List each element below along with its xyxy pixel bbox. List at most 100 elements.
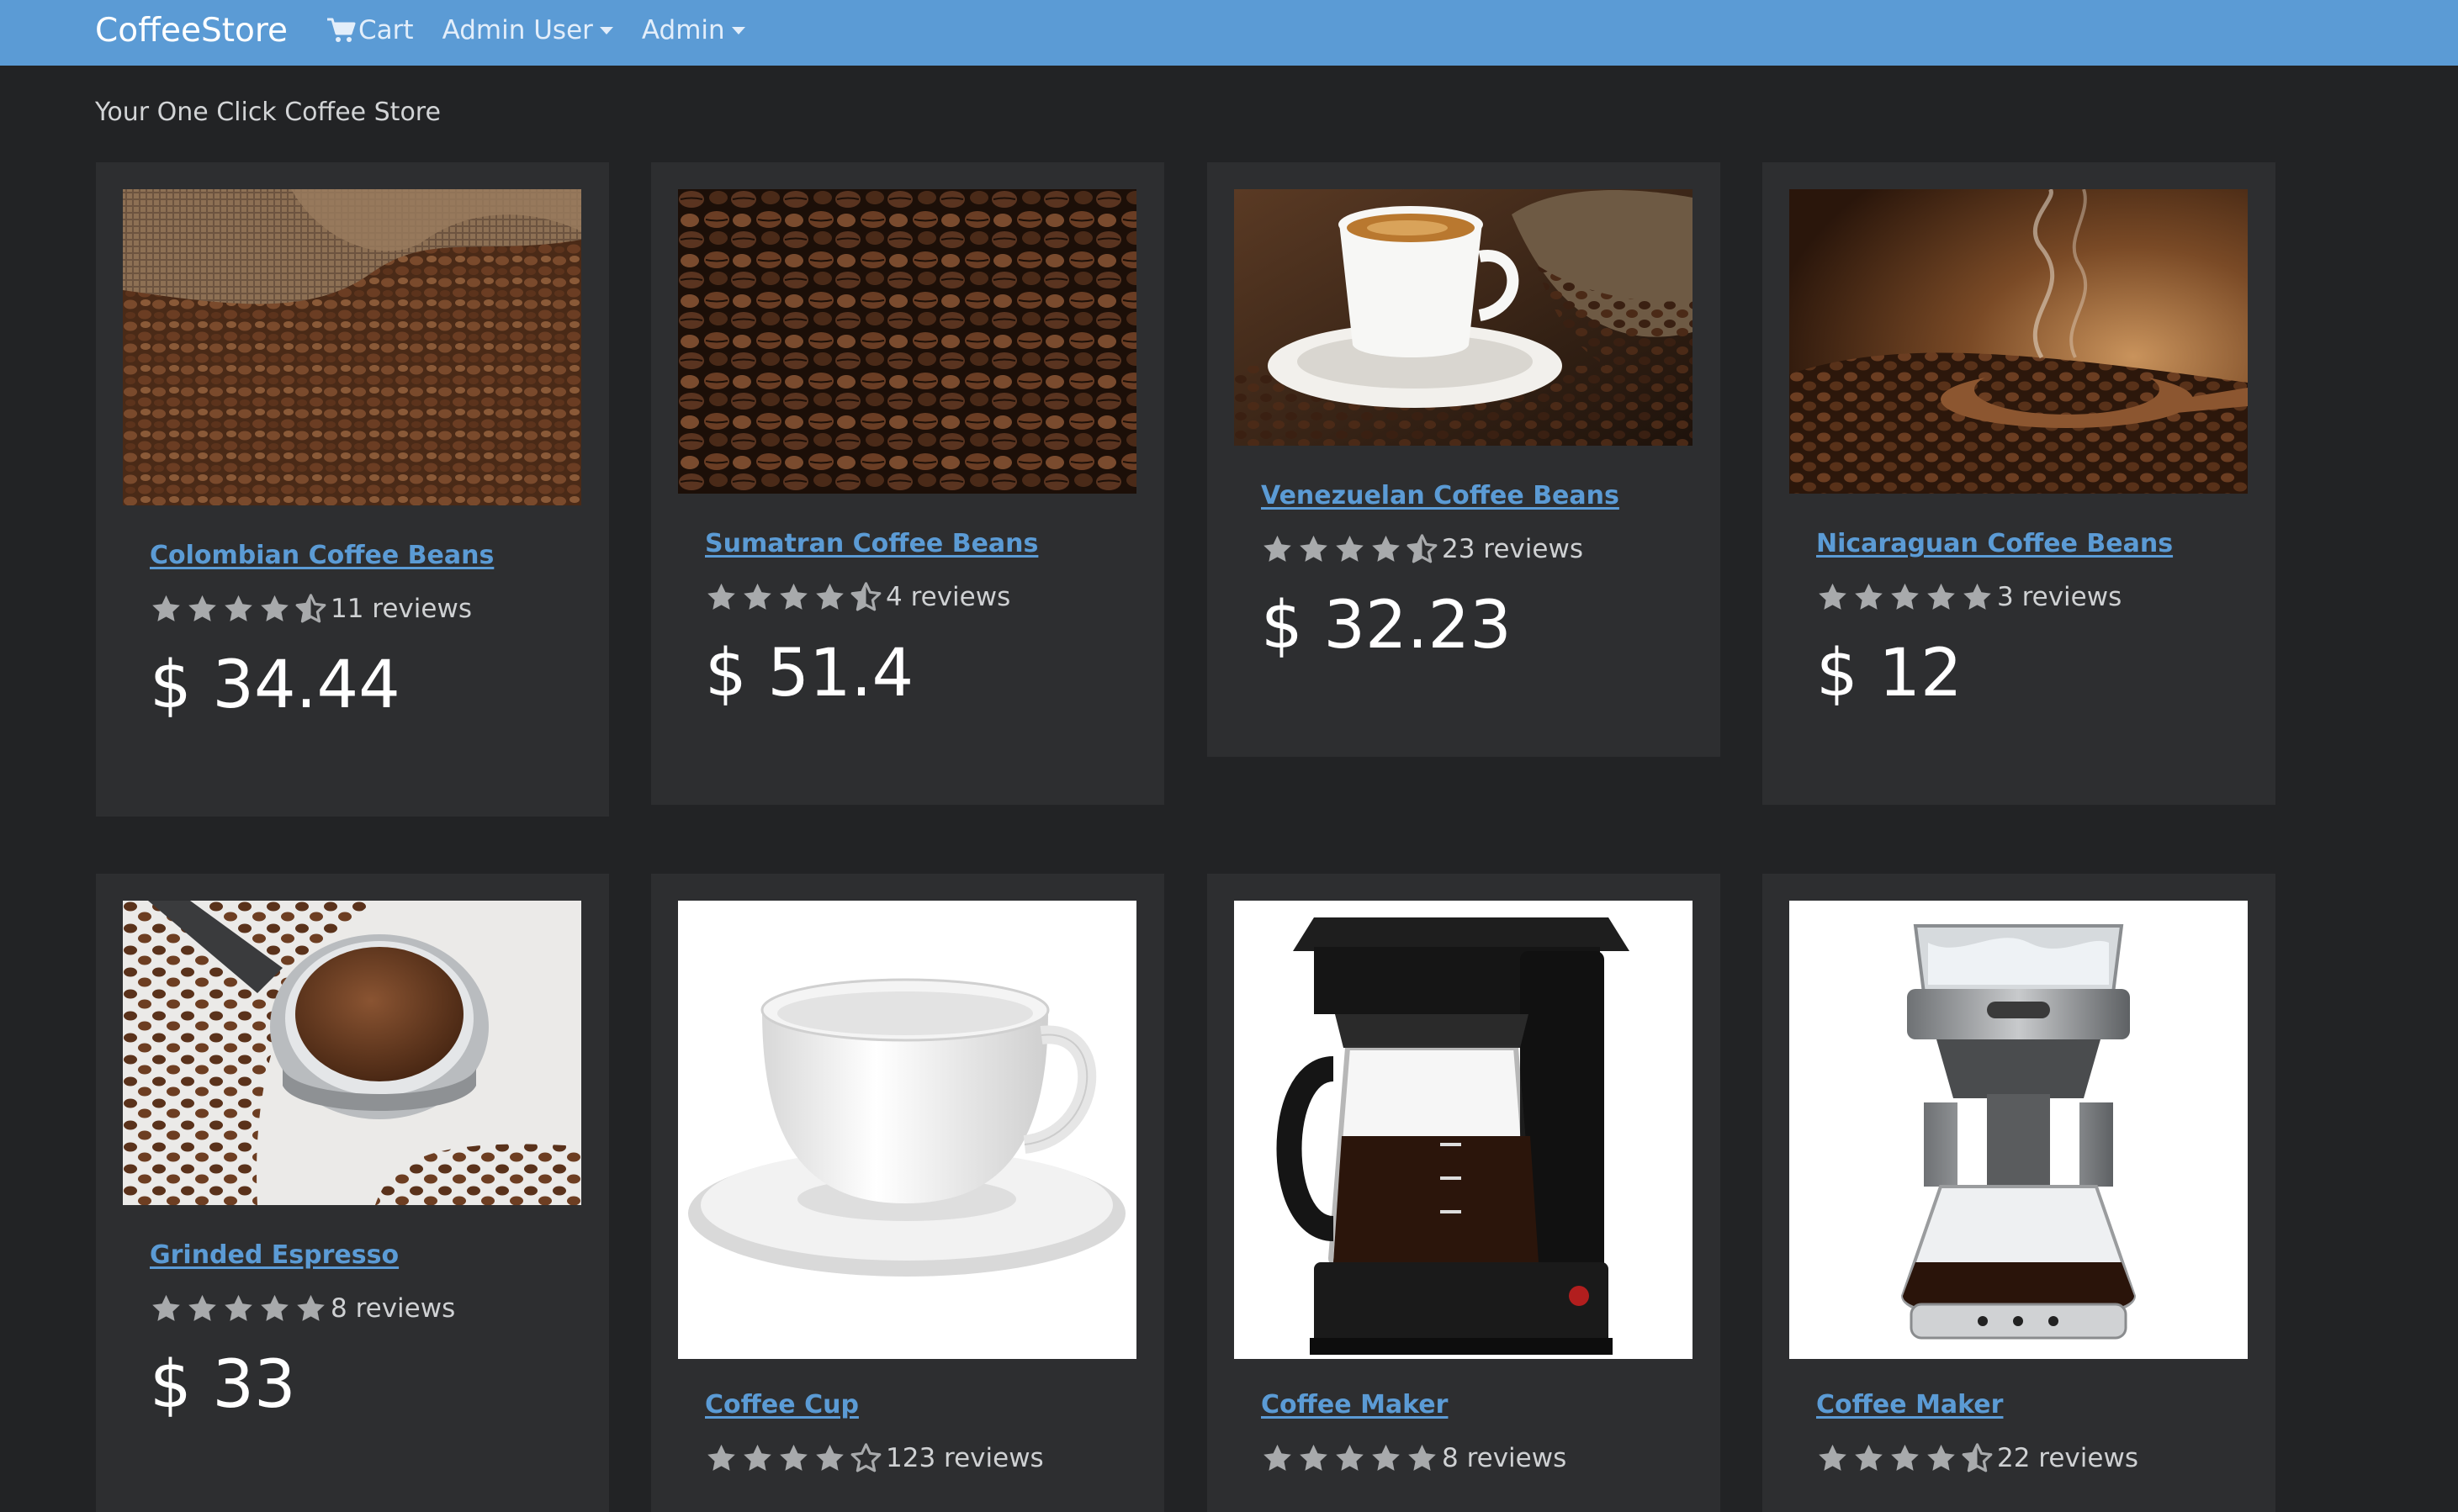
product-image[interactable]	[123, 189, 581, 505]
caret-down-icon	[731, 26, 745, 34]
star-full-icon	[188, 1294, 216, 1321]
star-full-icon	[225, 1294, 252, 1321]
product-image[interactable]	[678, 189, 1136, 494]
star-full-icon	[1263, 535, 1291, 562]
product-card: Venezuelan Coffee Beans 23 reviews $ 32.…	[1207, 162, 1720, 757]
nav-admin-label: Admin	[641, 15, 725, 45]
star-full-icon	[780, 583, 808, 610]
product-card: Coffee Maker 8 reviews	[1207, 874, 1720, 1512]
product-card: Coffee Maker 22 reviews	[1762, 874, 2275, 1512]
nav-admin-dropdown[interactable]: Admin	[642, 15, 745, 45]
star-full-icon	[1891, 583, 1919, 610]
nav-cart-link[interactable]: Cart	[326, 15, 414, 45]
star-full-icon	[707, 583, 735, 610]
product-image[interactable]	[123, 901, 581, 1205]
star-half-icon	[1406, 534, 1438, 563]
product-title-link[interactable]: Coffee Maker	[1261, 1390, 1703, 1419]
star-full-icon	[1263, 1444, 1291, 1471]
caret-down-icon	[599, 26, 613, 34]
star-full-icon	[152, 1294, 180, 1321]
nav-admin-user-label: Admin User	[442, 15, 593, 45]
nav-cart-label: Cart	[358, 15, 414, 45]
star-full-icon	[261, 595, 289, 621]
star-full-icon	[152, 595, 180, 621]
product-card: Coffee Cup 123 reviews	[651, 874, 1164, 1512]
rating-stars	[150, 593, 331, 625]
product-title-link[interactable]: Nicaraguan Coffee Beans	[1816, 529, 2259, 558]
review-count: 123 reviews	[886, 1443, 1044, 1473]
product-card: Colombian Coffee Beans 11 reviews $ 34.4…	[96, 162, 609, 817]
product-title-link[interactable]: Grinded Espresso	[150, 1240, 592, 1270]
star-half-icon	[1962, 1443, 1993, 1472]
star-full-icon	[1300, 535, 1327, 562]
rating-stars	[150, 1293, 331, 1324]
star-full-icon	[261, 1294, 289, 1321]
rating-stars	[1261, 1442, 1442, 1474]
shopping-cart-icon	[327, 18, 356, 42]
star-full-icon	[1819, 1444, 1846, 1471]
star-full-icon	[1855, 583, 1883, 610]
star-half-icon	[850, 582, 882, 611]
star-full-icon	[1372, 1444, 1400, 1471]
product-price: $ 12	[1816, 636, 1963, 711]
product-image[interactable]	[1234, 189, 1693, 446]
star-full-icon	[744, 1444, 771, 1471]
product-rating: 123 reviews	[705, 1441, 1147, 1475]
product-image[interactable]	[1789, 901, 2248, 1359]
star-full-icon	[1891, 1444, 1919, 1471]
rating-stars	[1816, 1442, 1997, 1474]
product-title-link[interactable]: Coffee Cup	[705, 1390, 1147, 1419]
product-rating: 11 reviews	[150, 592, 592, 626]
product-rating: 8 reviews	[150, 1292, 592, 1325]
product-image[interactable]	[678, 901, 1136, 1359]
star-full-icon	[225, 595, 252, 621]
review-count: 8 reviews	[1442, 1443, 1567, 1473]
rating-stars	[1261, 533, 1442, 565]
star-full-icon	[1963, 583, 1991, 610]
star-half-icon	[295, 594, 326, 623]
product-card: Nicaraguan Coffee Beans 3 reviews $ 12	[1762, 162, 2275, 805]
star-full-icon	[1819, 583, 1846, 610]
page-tagline: Your One Click Coffee Store	[95, 98, 441, 127]
star-full-icon	[707, 1444, 735, 1471]
star-full-icon	[1300, 1444, 1327, 1471]
product-title-link[interactable]: Venezuelan Coffee Beans	[1261, 481, 1703, 510]
star-full-icon	[744, 583, 771, 610]
product-card: Sumatran Coffee Beans 4 reviews $ 51.4	[651, 162, 1164, 805]
brand-logo[interactable]: CoffeeStore	[95, 14, 288, 47]
product-title-link[interactable]: Coffee Maker	[1816, 1390, 2259, 1419]
review-count: 11 reviews	[331, 594, 472, 624]
star-full-icon	[816, 1444, 844, 1471]
review-count: 8 reviews	[331, 1293, 456, 1324]
star-full-icon	[780, 1444, 808, 1471]
product-price: $ 51.4	[705, 636, 914, 711]
product-rating: 3 reviews	[1816, 580, 2259, 614]
rating-stars	[1816, 581, 1997, 613]
product-price: $ 33	[150, 1347, 296, 1423]
navbar: CoffeeStore Cart Admin User Admin	[0, 0, 2458, 66]
star-full-icon	[1855, 1444, 1883, 1471]
rating-stars	[705, 1442, 886, 1474]
product-price: $ 34.44	[150, 648, 400, 723]
star-full-icon	[1336, 535, 1364, 562]
product-rating: 23 reviews	[1261, 532, 1703, 566]
nav-admin-user-dropdown[interactable]: Admin User	[442, 15, 613, 45]
product-image[interactable]	[1789, 189, 2248, 494]
star-full-icon	[188, 595, 216, 621]
review-count: 23 reviews	[1442, 534, 1583, 564]
rating-stars	[705, 581, 886, 613]
product-title-link[interactable]: Colombian Coffee Beans	[150, 541, 592, 570]
star-full-icon	[297, 1294, 325, 1321]
product-title-link[interactable]: Sumatran Coffee Beans	[705, 529, 1147, 558]
product-price: $ 32.23	[1261, 588, 1512, 663]
product-rating: 4 reviews	[705, 580, 1147, 614]
product-rating: 8 reviews	[1261, 1441, 1703, 1475]
star-full-icon	[1408, 1444, 1436, 1471]
product-rating: 22 reviews	[1816, 1441, 2259, 1475]
product-card: Grinded Espresso 8 reviews $ 33	[96, 874, 609, 1512]
star-empty-icon	[850, 1443, 882, 1472]
star-full-icon	[1927, 583, 1955, 610]
product-image[interactable]	[1234, 901, 1693, 1359]
star-full-icon	[1927, 1444, 1955, 1471]
star-full-icon	[816, 583, 844, 610]
